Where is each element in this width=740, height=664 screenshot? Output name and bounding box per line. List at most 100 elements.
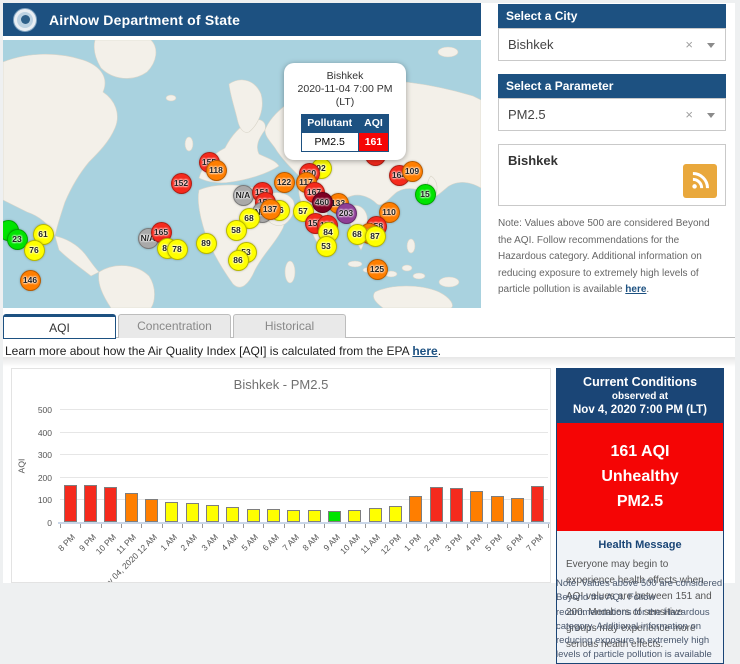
- map-marker[interactable]: 15: [415, 184, 436, 205]
- map-marker[interactable]: 78: [167, 239, 188, 260]
- conditions-datetime: Nov 4, 2020 7:00 PM (LT): [561, 404, 719, 416]
- chart-bar: [287, 510, 300, 522]
- conditions-category: Unhealthy: [561, 465, 719, 490]
- map-marker[interactable]: 109: [402, 161, 423, 182]
- chart-gridline: [60, 409, 548, 410]
- world-map[interactable]: 236176146N/A1658378152155118N/A122151152…: [3, 40, 481, 308]
- chart-x-tick: [324, 524, 325, 528]
- chart-y-axis-label: AQI: [16, 459, 26, 474]
- chart-y-tick: 0: [12, 518, 52, 528]
- chart-bar: [430, 487, 443, 522]
- chart-bar: [206, 505, 219, 522]
- chart-x-tick: [487, 524, 488, 528]
- city-select-value: Bishkek: [508, 37, 554, 52]
- tab-concentration[interactable]: Concentration: [118, 314, 231, 338]
- popup-datetime: 2020-11-04 7:00 PM: [290, 83, 400, 96]
- city-select[interactable]: Bishkek ×: [498, 28, 726, 61]
- chart-bar: [409, 496, 422, 522]
- conditions-header: Current Conditions observed at Nov 4, 20…: [557, 369, 723, 423]
- chart-bar: [450, 488, 463, 522]
- chart-x-tick: [345, 524, 346, 528]
- popup-aqi-header: AQI: [358, 114, 389, 133]
- chart-bar: [64, 485, 77, 522]
- chart-bar: [226, 507, 239, 522]
- parameter-select[interactable]: PM2.5 ×: [498, 98, 726, 131]
- parameter-caret-icon[interactable]: [707, 113, 715, 118]
- chart-x-tick: [528, 524, 529, 528]
- map-marker[interactable]: 203: [336, 203, 357, 224]
- popup-timezone: (LT): [290, 96, 400, 109]
- chart-x-tick: [162, 524, 163, 528]
- chart-bar: [104, 487, 117, 522]
- map-marker[interactable]: 460: [312, 192, 333, 213]
- learn-more-period: .: [438, 344, 441, 358]
- chart-bar: [511, 498, 524, 522]
- conditions-pollutant: PM2.5: [561, 490, 719, 515]
- map-marker[interactable]: 53: [316, 236, 337, 257]
- sidebar-note-link[interactable]: here: [625, 284, 646, 295]
- chart-bar: [369, 508, 382, 522]
- map-marker[interactable]: 137: [260, 199, 281, 220]
- map-marker[interactable]: N/A: [233, 185, 254, 206]
- map-marker[interactable]: 76: [24, 240, 45, 261]
- chart-x-tick: [385, 524, 386, 528]
- chart-bar: [328, 511, 341, 522]
- popup-city: Bishkek: [290, 70, 400, 83]
- chart-x-tick: [263, 524, 264, 528]
- chart-x-tick: [223, 524, 224, 528]
- page: AirNow Department of State: [3, 3, 735, 583]
- conditions-aqi-block: 161 AQI Unhealthy PM2.5: [557, 423, 723, 531]
- map-marker[interactable]: 86: [228, 250, 249, 271]
- sidebar: Select a City Bishkek × Select a Paramet…: [498, 4, 726, 299]
- chart-x-tick: [365, 524, 366, 528]
- map-marker[interactable]: 118: [206, 160, 227, 181]
- chart-gridline: [60, 432, 548, 433]
- chart-x-tick: [121, 524, 122, 528]
- chart-x-tick: [101, 524, 102, 528]
- feed-box: Bishkek: [498, 144, 726, 206]
- health-message-title: Health Message: [566, 539, 714, 551]
- city-caret-icon[interactable]: [707, 43, 715, 48]
- chart-x-tick: [304, 524, 305, 528]
- aqi-chart-panel: Bishkek - PM2.5 AQI 01002003004005008 PM…: [11, 368, 551, 583]
- parameter-clear-icon[interactable]: ×: [685, 107, 693, 122]
- tab-strip: AQI Concentration Historical: [3, 314, 735, 338]
- chart-title: Bishkek - PM2.5: [12, 377, 550, 392]
- chart-y-tick: 300: [12, 450, 52, 460]
- map-marker[interactable]: 146: [20, 270, 41, 291]
- map-marker[interactable]: 58: [226, 220, 247, 241]
- chart-x-tick: [548, 524, 549, 528]
- popup-table: Pollutant AQI PM2.5 161: [301, 114, 390, 152]
- chart-bar: [125, 493, 138, 522]
- chart-bar: [389, 506, 402, 522]
- chart-x-tick: [182, 524, 183, 528]
- tab-historical[interactable]: Historical: [233, 314, 346, 338]
- chart-x-tick: [467, 524, 468, 528]
- chart-bar: [186, 503, 199, 522]
- map-marker[interactable]: 122: [274, 172, 295, 193]
- tab-aqi[interactable]: AQI: [3, 314, 116, 339]
- footer-note: Note: Values above 500 are considered Be…: [556, 577, 726, 663]
- popup-pollutant-header: Pollutant: [301, 114, 358, 133]
- chart-bar: [84, 485, 97, 522]
- city-select-header: Select a City: [498, 4, 726, 28]
- dos-seal-icon: [13, 8, 37, 32]
- map-marker[interactable]: 87: [365, 226, 386, 247]
- learn-more-link[interactable]: here: [412, 344, 437, 358]
- chart-bar: [247, 509, 260, 522]
- chart-bar: [165, 502, 178, 522]
- map-marker[interactable]: 89: [196, 233, 217, 254]
- map-marker[interactable]: 125: [367, 259, 388, 280]
- city-clear-icon[interactable]: ×: [685, 37, 693, 52]
- chart-x-tick: [60, 524, 61, 528]
- chart-y-tick: 200: [12, 473, 52, 483]
- chart-y-tick: 100: [12, 495, 52, 505]
- learn-more-line: Learn more about how the Air Quality Ind…: [5, 344, 441, 358]
- conditions-aqi-value: 161 AQI: [561, 440, 719, 465]
- chart-bar: [145, 499, 158, 522]
- chart-x-tick: [446, 524, 447, 528]
- rss-icon[interactable]: [683, 164, 717, 198]
- chart-y-tick: 400: [12, 428, 52, 438]
- map-marker[interactable]: 152: [171, 173, 192, 194]
- chart-bar: [308, 510, 321, 522]
